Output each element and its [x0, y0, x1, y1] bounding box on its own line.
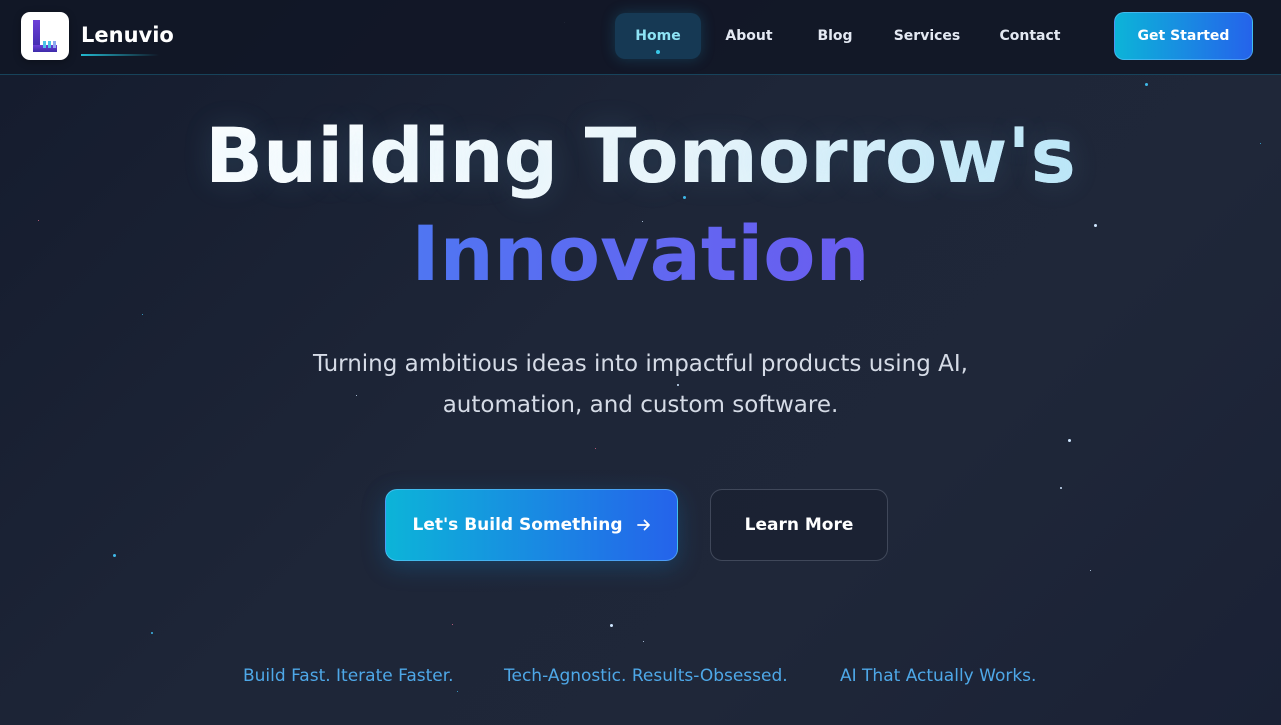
- hero-title-line2: Innovation: [0, 204, 1281, 304]
- nav-item-home[interactable]: Home: [615, 13, 701, 59]
- hero-subtitle-text: Turning ambitious ideas into impactful p…: [313, 351, 968, 418]
- brand-name: Lenuvio: [81, 23, 174, 47]
- learn-more-button[interactable]: Learn More: [710, 489, 888, 561]
- hero-title-line1: Building Tomorrow's: [0, 104, 1281, 208]
- star-dot: [113, 554, 116, 557]
- star-dot: [151, 632, 153, 634]
- top-navbar: Lenuvio Home About Blog Services Contact…: [0, 0, 1281, 75]
- primary-button-label: Let's Build Something: [412, 515, 623, 535]
- star-dot: [1145, 83, 1148, 86]
- nav-item-label: Blog: [817, 28, 853, 44]
- nav-item-label: Contact: [999, 28, 1061, 44]
- star-dot: [1090, 570, 1091, 571]
- nav-item-about[interactable]: About: [707, 13, 791, 59]
- star-dot: [142, 314, 143, 315]
- get-started-button[interactable]: Get Started: [1114, 12, 1253, 60]
- lets-build-something-button[interactable]: Let's Build Something: [385, 489, 678, 561]
- star-dot: [610, 624, 613, 627]
- nav-item-label: About: [725, 28, 773, 44]
- star-dot: [1068, 439, 1071, 442]
- nav-item-label: Home: [635, 28, 681, 44]
- active-indicator-dot: [656, 50, 660, 54]
- star-dot: [1060, 487, 1062, 489]
- tagline-tech-agnostic: Tech-Agnostic. Results-Obsessed.: [504, 666, 788, 686]
- lenuvio-logo-icon: [21, 12, 69, 60]
- star-dot: [457, 691, 458, 692]
- hero-title-text: Building Tomorrow's: [205, 111, 1076, 200]
- nav-item-services[interactable]: Services: [885, 13, 969, 59]
- secondary-button-label: Learn More: [744, 515, 854, 535]
- nav-item-blog[interactable]: Blog: [798, 13, 872, 59]
- hero-title-highlight: Innovation: [411, 209, 870, 298]
- nav-item-contact[interactable]: Contact: [989, 13, 1071, 59]
- star-dot: [452, 624, 453, 625]
- star-dot: [643, 641, 644, 642]
- tagline-ai-works: AI That Actually Works.: [840, 666, 1037, 686]
- tagline-build-fast: Build Fast. Iterate Faster.: [243, 666, 454, 686]
- brand-underline: [81, 54, 159, 56]
- brand-home-link[interactable]: Lenuvio: [21, 12, 174, 60]
- star-dot: [595, 448, 596, 449]
- hero-subtitle: Turning ambitious ideas into impactful p…: [0, 344, 1281, 426]
- arrow-right-icon: [636, 516, 651, 535]
- nav-item-label: Services: [893, 28, 961, 44]
